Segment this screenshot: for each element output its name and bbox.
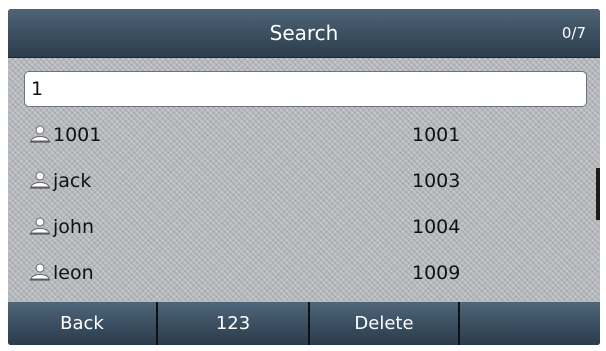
contact-name: 1001	[53, 124, 102, 146]
contact-row-leon[interactable]: leon 1009	[8, 250, 600, 296]
phone-screen: Search 0/7 1001 1001 jack	[8, 9, 600, 345]
softkey-bar: Back 123 Delete	[8, 302, 600, 345]
contact-icon	[30, 217, 50, 235]
contact-name: jack	[53, 170, 92, 192]
page-title: Search	[269, 21, 339, 45]
delete-button[interactable]: Delete	[310, 302, 460, 345]
contact-name: leon	[53, 262, 94, 284]
contact-icon	[30, 171, 50, 189]
title-bar: Search 0/7	[8, 9, 600, 58]
contact-row-john[interactable]: john 1004	[8, 204, 600, 250]
search-input[interactable]	[24, 71, 587, 107]
scrollbar[interactable]	[596, 168, 600, 220]
contact-number: 1004	[412, 216, 461, 238]
contact-row-1001[interactable]: 1001 1001	[8, 112, 600, 158]
contact-number: 1001	[412, 124, 461, 146]
contact-name: john	[53, 216, 94, 238]
input-mode-button[interactable]: 123	[158, 302, 310, 345]
search-content: 1001 1001 jack 1003 john 100	[8, 58, 600, 302]
contact-icon	[30, 263, 50, 281]
contact-list: 1001 1001 jack 1003 john 1004 leon 1009	[8, 112, 600, 296]
contact-number: 1003	[412, 170, 461, 192]
contact-number: 1009	[412, 262, 461, 284]
contact-icon	[30, 125, 50, 143]
contact-row-jack[interactable]: jack 1003	[8, 158, 600, 204]
back-button[interactable]: Back	[8, 302, 158, 345]
empty-softkey[interactable]	[460, 302, 600, 345]
result-counter: 0/7	[561, 24, 586, 42]
